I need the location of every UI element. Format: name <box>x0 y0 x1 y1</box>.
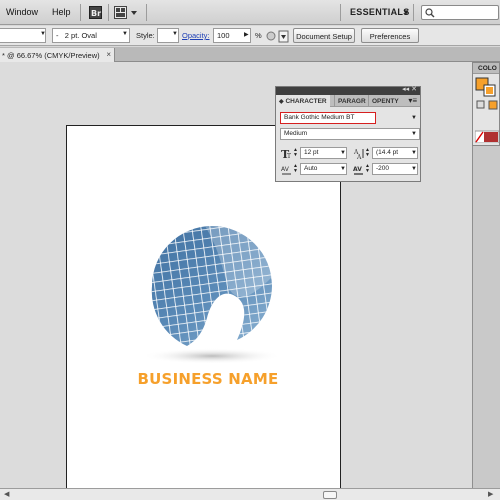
horizontal-scrollbar[interactable]: ◀ ▶ <box>0 488 500 500</box>
panel-menu-icon[interactable]: ▾≡ <box>408 96 417 105</box>
chevron-down-icon[interactable]: ▼ <box>411 115 417 121</box>
style-label: Style: <box>136 31 155 40</box>
preferences-button[interactable]: Preferences <box>361 28 419 43</box>
globe-logo[interactable] <box>127 222 297 370</box>
menu-bar: Window Help Br ESSENTIALS ▼ <box>0 0 500 25</box>
color-panel: COLO <box>472 62 500 146</box>
close-icon[interactable]: × <box>106 50 111 59</box>
tab-opentype[interactable]: OPENTY <box>368 95 402 107</box>
bridge-icon[interactable]: Br <box>88 5 102 19</box>
collapse-icon[interactable]: ◂◂ ✕ <box>402 85 417 93</box>
control-bar: ▼ - 2 pt. Oval ▼ Style: ▼ Opacity: 100 ▶… <box>0 26 500 46</box>
document-tab-bar: * @ 66.67% (CMYK/Preview) × <box>0 47 500 62</box>
opacity-link[interactable]: Opacity: <box>182 31 210 40</box>
document-tab-title: * @ 66.67% (CMYK/Preview) <box>2 51 100 60</box>
chevron-down-icon[interactable]: ▼ <box>122 31 128 37</box>
chevron-down-icon[interactable]: ▼ <box>411 131 417 137</box>
chevron-down-icon[interactable]: ▼ <box>411 166 417 172</box>
font-size-icon: TT <box>281 148 291 159</box>
chevron-down-icon[interactable]: ▼ <box>172 31 178 37</box>
chevron-down-icon[interactable]: ▼ <box>340 166 346 172</box>
color-swatches[interactable] <box>475 77 499 143</box>
search-icon <box>425 8 435 18</box>
chevron-down-icon[interactable]: ▼ <box>402 8 410 17</box>
menu-separator <box>80 4 81 21</box>
svg-text:AV: AV <box>353 166 362 173</box>
menu-separator <box>108 4 109 21</box>
svg-text:AV: AV <box>281 166 290 173</box>
menu-separator <box>413 4 414 21</box>
business-name-text[interactable]: BUSINESS NAME <box>123 370 293 388</box>
recolor-artwork-icon[interactable] <box>266 29 290 43</box>
kerning-icon: AV <box>281 166 291 175</box>
workspace-switcher[interactable]: ESSENTIALS <box>350 7 410 17</box>
chevron-down-icon[interactable]: ▼ <box>40 31 46 37</box>
stepper-icon[interactable]: ▲ ▼ <box>365 164 370 174</box>
svg-text:T: T <box>287 153 291 159</box>
stepper-icon[interactable]: ▲ ▼ <box>365 148 370 158</box>
chevron-down-icon[interactable]: ▼ <box>411 150 417 156</box>
menu-window[interactable]: Window <box>6 7 38 17</box>
tab-character[interactable]: ◆ CHARACTER <box>276 95 330 107</box>
arrange-documents-icon[interactable] <box>114 5 140 19</box>
stepper-icon[interactable]: ▲ ▼ <box>293 164 298 174</box>
scroll-left-icon[interactable]: ◀ <box>4 490 9 498</box>
stepper-icon[interactable]: ▲ ▼ <box>293 148 298 158</box>
font-family-field[interactable]: Bank Gothic Medium BT <box>280 112 376 124</box>
brush-label: 2 pt. Oval <box>64 31 97 40</box>
percent-label: % <box>255 31 262 40</box>
menu-separator <box>340 4 341 21</box>
brush-definition-select[interactable]: - 2 pt. Oval <box>52 28 130 43</box>
document-setup-button[interactable]: Document Setup <box>293 28 355 43</box>
font-style-field[interactable]: Medium <box>280 128 420 140</box>
tracking-icon: AV <box>353 166 363 175</box>
search-input[interactable] <box>421 5 499 20</box>
opacity-value: 100 <box>217 31 230 40</box>
chevron-right-icon[interactable]: ▶ <box>244 31 249 38</box>
document-tab[interactable]: * @ 66.67% (CMYK/Preview) × <box>0 48 115 62</box>
svg-text:A: A <box>356 154 362 159</box>
chevron-down-icon[interactable]: ▼ <box>340 150 346 156</box>
panel-tabs: ◆ CHARACTER PARAGR OPENTY ▾≡ <box>276 95 420 107</box>
scroll-right-icon[interactable]: ▶ <box>488 490 493 498</box>
tab-paragraph[interactable]: PARAGR <box>334 95 368 107</box>
color-panel-title[interactable]: COLO <box>473 63 499 74</box>
stroke-dash: - <box>56 31 59 40</box>
menu-help[interactable]: Help <box>52 7 71 17</box>
menu-separator <box>146 4 147 21</box>
leading-icon: AA <box>353 149 364 159</box>
panel-title-strip[interactable]: ◂◂ ✕ <box>276 85 420 95</box>
chevron-icon: ◆ <box>279 99 284 105</box>
svg-text:Br: Br <box>91 9 101 18</box>
character-panel: ◂◂ ✕ ◆ CHARACTER PARAGR OPENTY ▾≡ Bank G… <box>275 86 421 182</box>
scrollbar-thumb[interactable] <box>323 491 337 499</box>
